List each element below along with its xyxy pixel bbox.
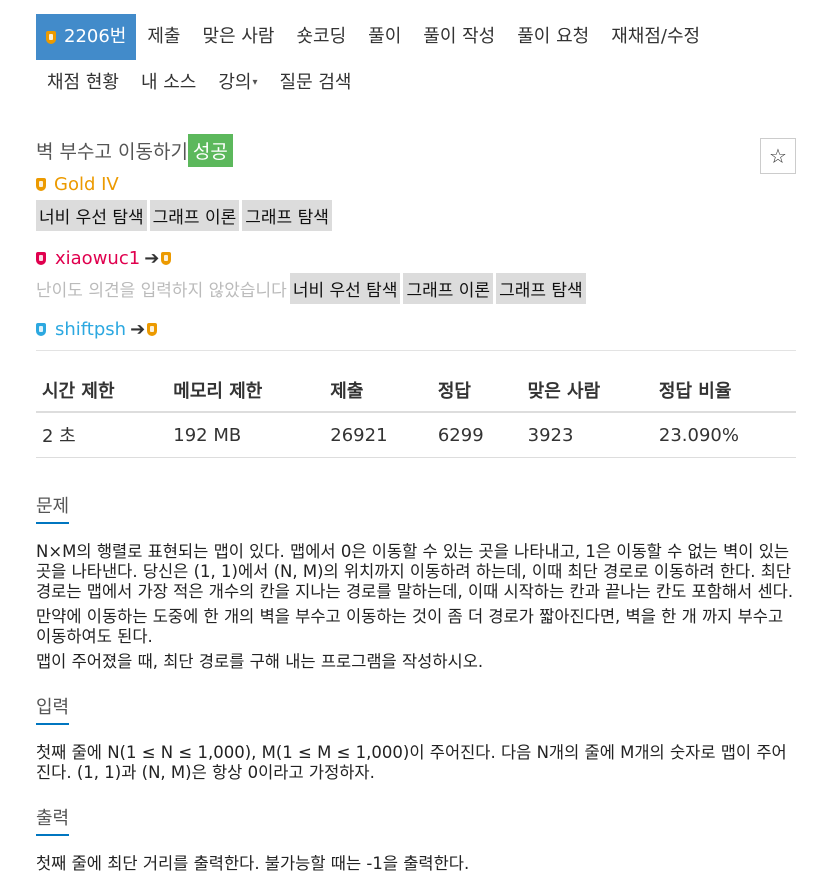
section-body: 첫째 줄에 최단 거리를 출력한다. 불가능할 때는 -1을 출력한다. (36, 854, 796, 874)
tab-lecture[interactable]: 강의▾ (207, 60, 268, 106)
arrow-right-icon: ➔ (144, 247, 160, 269)
problem-page: 2206번 제출 맞은 사람 숏코딩 풀이 풀이 작성 풀이 요청 재채점/수정… (36, 14, 796, 879)
favorite-star-button[interactable]: ☆ (760, 138, 796, 174)
column-header: 정답 (431, 369, 522, 413)
column-header: 맞은 사람 (521, 369, 653, 413)
submissions-cell: 26921 (324, 412, 432, 458)
tab-question-search[interactable]: 질문 검색 (269, 60, 363, 106)
paragraph: 첫째 줄에 N(1 ≤ N ≤ 1,000), M(1 ≤ M ≤ 1,000)… (36, 743, 787, 782)
contributor-row: xiaowuc1 ➔ (36, 247, 796, 269)
column-header: 정답 비율 (652, 369, 796, 413)
output-section: 출력 첫째 줄에 최단 거리를 출력한다. 불가능할 때는 -1을 출력한다. (36, 788, 796, 874)
accepted-ratio-cell: 23.090% (652, 412, 796, 458)
tab-write-solution[interactable]: 풀이 작성 (412, 14, 506, 60)
tab-my-source[interactable]: 내 소스 (130, 60, 207, 106)
page-title: 벽 부수고 이동하기 (36, 140, 188, 163)
tab-accepted-users[interactable]: 맞은 사람 (192, 14, 286, 60)
tag[interactable]: 너비 우선 탐색 (289, 273, 401, 304)
problem-description-section: 문제 N×M의 행렬로 표현되는 맵이 있다. 맵에서 0은 이동할 수 있는 … (36, 458, 796, 672)
table-header-row: 시간 제한 메모리 제한 제출 정답 맞은 사람 정답 비율 (36, 369, 796, 413)
diamond-tier-icon (36, 322, 46, 336)
gold-tier-icon (161, 251, 172, 265)
divider (36, 350, 796, 351)
gold-tier-icon (36, 177, 46, 191)
paragraph: 만약에 이동하는 도중에 한 개의 벽을 부수고 이동하는 것이 좀 더 경로가… (36, 607, 784, 646)
tab-submit[interactable]: 제출 (136, 14, 191, 60)
tag[interactable]: 너비 우선 탐색 (36, 200, 147, 231)
tab-rejudge-edit[interactable]: 재채점/수정 (600, 14, 711, 60)
caret-down-icon: ▾ (252, 77, 258, 88)
gold-tier-icon (46, 30, 56, 44)
arrow-right-icon: ➔ (130, 318, 146, 340)
algorithm-tags: 너비 우선 탐색 그래프 이론 그래프 탐색 (36, 200, 796, 231)
problem-menu-row-1: 2206번 제출 맞은 사람 숏코딩 풀이 풀이 작성 풀이 요청 재채점/수정 (36, 14, 796, 60)
section-heading: 출력 (36, 804, 70, 836)
tag[interactable]: 그래프 탐색 (496, 273, 586, 304)
accepted-cell: 6299 (431, 412, 522, 458)
column-header: 시간 제한 (36, 369, 168, 413)
problem-title-row: 벽 부수고 이동하기 성공 ☆ (36, 133, 796, 174)
problem-info-table: 시간 제한 메모리 제한 제출 정답 맞은 사람 정답 비율 2 초 192 M… (36, 369, 796, 458)
tag[interactable]: 그래프 탐색 (242, 200, 332, 231)
problem-tier: Gold IV (36, 172, 796, 196)
tab-problem-number[interactable]: 2206번 (36, 14, 137, 60)
tab-short-coding[interactable]: 숏코딩 (285, 14, 357, 60)
section-heading: 문제 (36, 492, 70, 524)
problem-menu-row-2: 채점 현황 내 소스 강의▾ 질문 검색 (36, 60, 796, 106)
contributor-username[interactable]: shiftpsh (55, 319, 126, 340)
column-header: 제출 (324, 369, 432, 413)
tab-label: 강의 (218, 72, 252, 93)
tab-label: 2206번 (64, 26, 127, 47)
ruby-tier-icon (36, 251, 46, 265)
paragraph: 첫째 줄에 최단 거리를 출력한다. 불가능할 때는 -1을 출력한다. (36, 854, 470, 873)
tab-solutions[interactable]: 풀이 (357, 14, 412, 60)
input-section: 입력 첫째 줄에 N(1 ≤ N ≤ 1,000), M(1 ≤ M ≤ 1,0… (36, 677, 796, 783)
star-icon: ☆ (769, 144, 787, 168)
column-header: 메모리 제한 (167, 369, 325, 413)
contributor-opinion-row: 난이도 의견을 입력하지 않았습니다 너비 우선 탐색 그래프 이론 그래프 탐… (36, 273, 796, 304)
section-body: 첫째 줄에 N(1 ≤ N ≤ 1,000), M(1 ≤ M ≤ 1,000)… (36, 743, 796, 783)
tier-name: Gold IV (54, 173, 119, 195)
status-badge: 성공 (187, 133, 233, 167)
table-row: 2 초 192 MB 26921 6299 3923 23.090% (36, 412, 796, 458)
tag[interactable]: 그래프 이론 (149, 200, 240, 231)
tag[interactable]: 그래프 이론 (403, 273, 494, 304)
difficulty-opinion-hint: 난이도 의견을 입력하지 않았습니다 (36, 281, 287, 301)
section-body: N×M의 행렬로 표현되는 맵이 있다. 맵에서 0은 이동할 수 있는 곳을 … (36, 542, 796, 672)
paragraph: N×M의 행렬로 표현되는 맵이 있다. 맵에서 0은 이동할 수 있는 곳을 … (36, 542, 794, 601)
section-heading: 입력 (36, 693, 70, 725)
contributor-row: shiftpsh ➔ (36, 318, 796, 340)
tab-request-solution[interactable]: 풀이 요청 (506, 14, 600, 60)
gold-tier-icon (147, 322, 158, 336)
contributor-username[interactable]: xiaowuc1 (55, 248, 140, 269)
paragraph: 맵이 주어졌을 때, 최단 경로를 구해 내는 프로그램을 작성하시오. (36, 652, 484, 671)
memory-limit-cell: 192 MB (167, 412, 325, 458)
tab-judge-status[interactable]: 채점 현황 (36, 60, 130, 106)
accepted-users-cell: 3923 (521, 412, 653, 458)
time-limit-cell: 2 초 (36, 412, 168, 458)
